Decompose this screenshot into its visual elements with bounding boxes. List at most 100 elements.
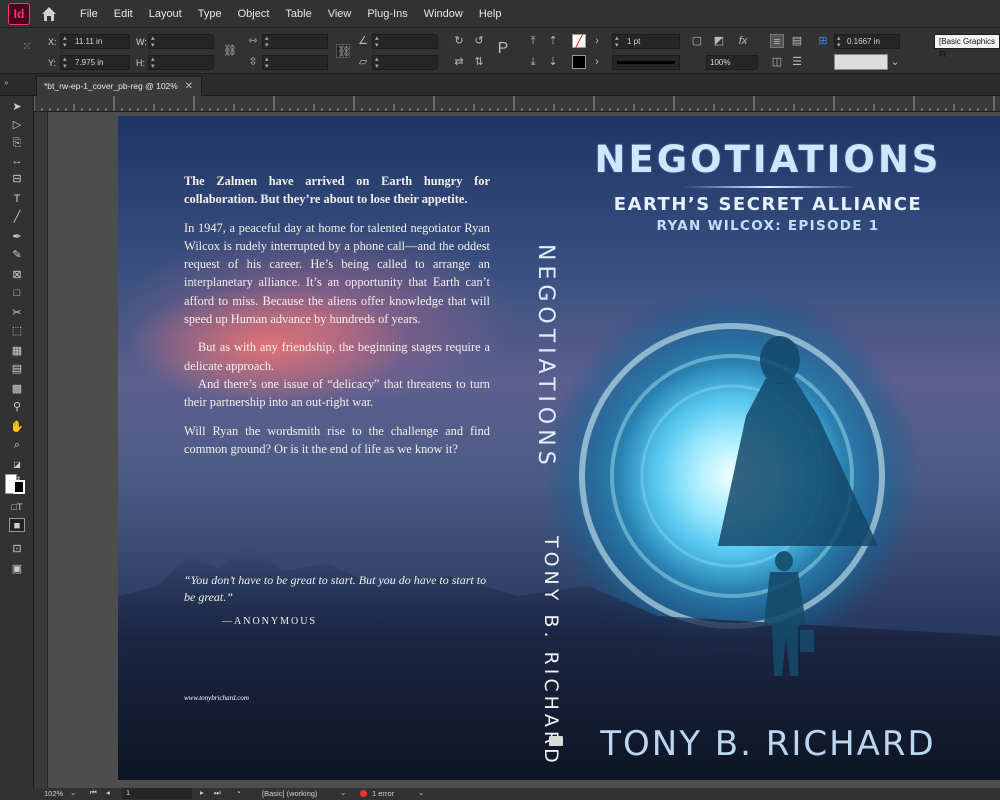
frame-fitting-dropdown-icon[interactable]: ⌄ — [888, 55, 902, 69]
select-next-icon[interactable]: ⇣ — [546, 55, 560, 69]
next-page-icon[interactable]: ▸ — [200, 788, 204, 797]
cover-spread[interactable]: The Zalmen have arrived on Earth hungry … — [118, 116, 1000, 780]
h-field[interactable]: ▴ ▾ — [148, 55, 214, 70]
eyedropper-tool-icon[interactable]: ⚲ — [9, 400, 25, 414]
x-field[interactable]: ▴ ▾ 11.11 in — [60, 34, 130, 49]
zoom-dropdown-icon[interactable]: ⌄ — [70, 788, 76, 797]
tools-panel: ➤ ▷ ⎘ ↔ ⊟ T ╱ ✒ ✎ ⊠ □ ✂ ⬚ ▦ ▤ ▩ ⚲ ✋ ⌕ ◪ … — [0, 96, 34, 788]
apply-color-icon[interactable]: ■ — [9, 518, 25, 532]
effects-icon[interactable]: fx — [736, 34, 750, 48]
rotate-ccw-icon[interactable]: ↺ — [472, 34, 486, 48]
profile-dropdown-icon[interactable]: ⌄ — [340, 788, 346, 797]
zoom-tool-icon[interactable]: ⌕ — [9, 438, 25, 452]
rotate-field[interactable]: ▴ ▾ — [372, 34, 438, 49]
menu-file[interactable]: File — [72, 0, 106, 28]
color-theme-tool-icon[interactable]: ▩ — [9, 382, 25, 396]
default-fill-stroke-icon[interactable]: ◪ ⇄ — [9, 458, 25, 483]
document-tab[interactable]: *bt_rw-ep-1_cover_pb-reg @ 102% ✕ — [36, 76, 202, 96]
selection-tool-icon[interactable]: ➤ — [9, 100, 25, 114]
menu-view[interactable]: View — [320, 0, 360, 28]
fill-dropdown-icon[interactable]: › — [590, 34, 604, 48]
stroke-weight-field[interactable]: ▴ ▾ 1 pt — [612, 34, 680, 49]
flip-horizontal-icon[interactable]: ⇄ — [452, 55, 466, 69]
text-wrap-bounding-icon[interactable]: ▤ — [790, 34, 804, 48]
scale-x-field[interactable]: ▴ ▾ — [262, 34, 328, 49]
menu-type[interactable]: Type — [190, 0, 230, 28]
menu-plugins[interactable]: Plug-Ins — [359, 0, 415, 28]
frame-fitting-preview[interactable] — [834, 54, 888, 70]
opacity-icon[interactable]: ◩ — [712, 34, 726, 48]
direct-selection-tool-icon[interactable]: ▷ — [9, 118, 25, 132]
stroke-dropdown-icon[interactable]: › — [590, 55, 604, 69]
menu-help[interactable]: Help — [471, 0, 510, 28]
blurb-paragraph-2: But as with any friendship, the beginnin… — [184, 340, 490, 373]
zoom-level[interactable]: 102% — [44, 789, 63, 798]
opacity-field[interactable]: 100% — [706, 55, 758, 70]
menu-layout[interactable]: Layout — [141, 0, 190, 28]
page-field[interactable]: 1 — [122, 788, 192, 799]
line-tool-icon[interactable]: ╱ — [9, 210, 25, 224]
text-wrap-shape-icon[interactable]: ◫ — [770, 55, 784, 69]
error-count[interactable]: 1 error — [372, 789, 394, 798]
menu-window[interactable]: Window — [416, 0, 471, 28]
shear-field[interactable]: ▴ ▾ — [372, 55, 438, 70]
pen-tool-icon[interactable]: ✒ — [9, 230, 25, 244]
menu-edit[interactable]: Edit — [106, 0, 141, 28]
rotate-cw-icon[interactable]: ↻ — [452, 34, 466, 48]
rotate-angle-icon: ∠ — [358, 35, 368, 47]
horizontal-ruler[interactable] — [34, 96, 1000, 112]
select-previous-icon[interactable]: ⇡ — [546, 34, 560, 48]
formatting-affects-icon[interactable]: □T — [9, 500, 25, 514]
w-field[interactable]: ▴ ▾ — [148, 34, 214, 49]
previous-page-icon[interactable]: ◂ — [106, 788, 110, 797]
menu-table[interactable]: Table — [277, 0, 319, 28]
last-page-icon[interactable]: ⏭ — [214, 788, 221, 798]
constrain-scale-icon[interactable]: ⛓ — [336, 44, 351, 58]
text-wrap-jump-icon[interactable]: ☰ — [790, 55, 804, 69]
offset-field[interactable]: ▴ ▾ 0.1667 in — [834, 34, 900, 49]
front-series: RYAN WILCOX: EPISODE 1 — [656, 218, 880, 234]
screen-mode-icon[interactable]: ▣ — [9, 562, 25, 576]
menu-object[interactable]: Object — [230, 0, 278, 28]
hand-tool-icon[interactable]: ✋ — [9, 420, 25, 434]
y-field[interactable]: ▴ ▾ 7.975 in — [60, 55, 130, 70]
open-page-icon[interactable]: ◔ — [236, 788, 241, 797]
fill-swatch-icon[interactable]: ╱ — [572, 34, 586, 48]
scale-y-field[interactable]: ▴ ▾ — [262, 55, 328, 70]
front-title: NEGOTIATIONS — [594, 138, 942, 181]
object-style-select[interactable]: [Basic Graphics Fr — [934, 34, 1000, 59]
flip-vertical-icon[interactable]: ⇅ — [472, 55, 486, 69]
free-transform-tool-icon[interactable]: ⬚ — [9, 324, 25, 338]
preflight-dropdown-icon[interactable]: ⌄ — [418, 788, 424, 797]
select-content-icon[interactable]: ⤓ — [526, 55, 540, 69]
preflight-profile[interactable]: [Basic] (working) — [262, 789, 317, 798]
content-collector-icon[interactable]: ⊟ — [9, 172, 25, 186]
type-tool-icon[interactable]: T — [9, 192, 25, 206]
collapse-panels-icon[interactable]: » — [4, 78, 8, 87]
rectangle-tool-icon[interactable]: □ — [9, 286, 25, 300]
scissors-tool-icon[interactable]: ✂ — [9, 306, 25, 320]
stroke-swatch-icon[interactable] — [572, 55, 586, 69]
rectangle-frame-tool-icon[interactable]: ⊠ — [9, 268, 25, 282]
constrain-proportions-icon[interactable]: ⛓ — [223, 44, 237, 58]
first-page-icon[interactable]: ⏮ — [90, 788, 97, 798]
document-tab-label: *bt_rw-ep-1_cover_pb-reg @ 102% — [44, 81, 178, 91]
stroke-color-icon[interactable] — [13, 480, 25, 494]
auto-fit-icon[interactable]: ⊞ — [816, 34, 830, 48]
stroke-type-select[interactable] — [612, 55, 680, 70]
gradient-tool-icon[interactable]: ▦ — [9, 344, 25, 358]
note-tool-icon[interactable]: ▤ — [9, 362, 25, 376]
pencil-tool-icon[interactable]: ✎ — [9, 248, 25, 262]
select-container-icon[interactable]: ⤒ — [526, 34, 540, 48]
page-tool-icon[interactable]: ⎘ — [9, 136, 25, 150]
normal-view-icon[interactable]: ⊡ — [9, 542, 25, 556]
blurb-lead: The Zalmen have arrived on Earth hungry … — [184, 174, 490, 207]
close-tab-icon[interactable]: ✕ — [185, 77, 193, 96]
home-icon[interactable] — [40, 5, 58, 23]
text-wrap-none-icon[interactable]: ≡ — [770, 34, 784, 48]
vertical-ruler[interactable] — [34, 112, 48, 788]
reference-point-icon[interactable]: ⁙ — [20, 40, 34, 54]
drop-shadow-icon[interactable]: ▢ — [690, 34, 704, 48]
gap-tool-icon[interactable]: ↔ — [9, 154, 25, 168]
scale-x-icon: ⇿ — [248, 35, 258, 47]
